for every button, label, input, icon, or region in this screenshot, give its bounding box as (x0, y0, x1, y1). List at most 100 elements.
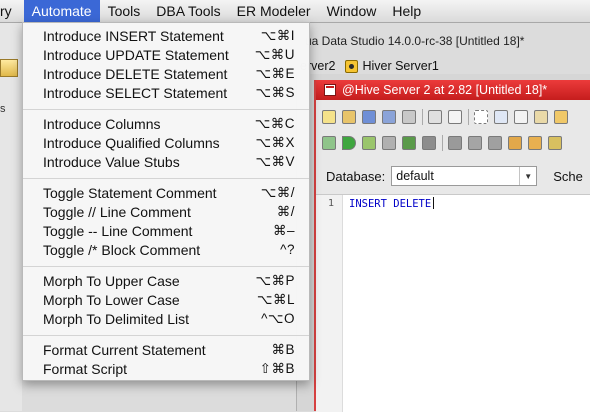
menu-help[interactable]: Help (384, 0, 429, 22)
menu-item-shortcut: ⌥⌘V (255, 153, 295, 169)
save-as-icon[interactable] (402, 110, 416, 124)
menu-window[interactable]: Window (319, 0, 385, 22)
menu-item-shortcut: ⌥⌘X (255, 134, 295, 150)
new-icon[interactable] (322, 110, 336, 124)
database-label: Database: (326, 168, 386, 184)
menu-item-shortcut: ⌘B (271, 341, 295, 357)
save-all-icon[interactable] (382, 110, 396, 124)
explain-icon[interactable] (382, 136, 396, 150)
menu-item-shortcut: ⌥⌘U (254, 46, 295, 62)
save-icon[interactable] (362, 110, 376, 124)
toolbar-divider (468, 109, 469, 125)
rollback-icon[interactable] (468, 136, 482, 150)
execution-toolbar (316, 132, 590, 154)
code-text: INSERT DELETE (349, 198, 432, 210)
menu-item-shortcut: ⌥⌘S (255, 84, 295, 100)
auto-commit-icon[interactable] (488, 136, 502, 150)
menu-item-label: Introduce Qualified Columns (43, 134, 220, 151)
sql-editor-icon (324, 84, 336, 96)
print-icon[interactable] (428, 110, 442, 124)
menu-item-label: Introduce Columns (43, 115, 161, 132)
query-builder-icon[interactable] (508, 136, 522, 150)
menu-item-label: Introduce SELECT Statement (43, 84, 228, 101)
menu-item-morph-delimited-list[interactable]: Morph To Delimited List ^⌥O (23, 309, 309, 328)
commit-icon[interactable] (448, 136, 462, 150)
sql-editor[interactable]: 1 INSERT DELETE (316, 194, 590, 412)
menu-separator (23, 335, 309, 336)
left-panel: s (0, 23, 22, 411)
menu-automate[interactable]: Automate (23, 0, 100, 22)
menu-separator (23, 109, 309, 110)
stop-icon[interactable] (422, 136, 436, 150)
menu-item-shortcut: ^⌥O (261, 310, 295, 326)
menu-item-shortcut: ⌥⌘L (256, 291, 295, 307)
line-gutter: 1 (316, 195, 343, 412)
toolbar-divider (442, 135, 443, 151)
menu-item-label: Introduce DELETE Statement (43, 65, 228, 82)
menu-item-shortcut: ⌥⌘/ (260, 184, 295, 200)
menu-item-format-current-statement[interactable]: Format Current Statement ⌘B (23, 340, 309, 359)
hive-icon (345, 59, 359, 73)
schema-label: Sche (553, 168, 583, 184)
menu-item-format-script[interactable]: Format Script ⇧⌘B (23, 359, 309, 378)
menu-item-label: Introduce Value Stubs (43, 153, 180, 170)
copy-icon[interactable] (514, 110, 528, 124)
menu-item-introduce-update[interactable]: Introduce UPDATE Statement ⌥⌘U (23, 45, 309, 64)
menu-item-introduce-select[interactable]: Introduce SELECT Statement ⌥⌘S (23, 83, 309, 102)
database-value: default (396, 169, 434, 183)
menu-item-label: Format Current Statement (43, 341, 206, 358)
menu-item-label: Format Script (43, 360, 128, 377)
editor-title: @Hive Server 2 at 2.82 [Untitled 18]* (342, 83, 548, 97)
menu-tools[interactable]: Tools (100, 0, 149, 22)
execute-current-icon[interactable] (362, 136, 376, 150)
chevron-down-icon: ▼ (519, 167, 536, 185)
menu-item-label: Introduce INSERT Statement (43, 27, 224, 44)
menu-item-toggle-dash-line-comment[interactable]: Toggle -- Line Comment ⌘– (23, 221, 309, 240)
menu-item-shortcut: ⌘– (272, 222, 295, 238)
code-line[interactable]: INSERT DELETE (349, 197, 435, 210)
menu-item-introduce-value-stubs[interactable]: Introduce Value Stubs ⌥⌘V (23, 152, 309, 171)
menu-item-morph-lower-case[interactable]: Morph To Lower Case ⌥⌘L (23, 290, 309, 309)
menu-item-shortcut: ⌥⌘P (255, 272, 295, 288)
open-folder-icon[interactable] (342, 110, 356, 124)
menu-query[interactable]: ry (0, 0, 24, 22)
menu-item-toggle-statement-comment[interactable]: Toggle Statement Comment ⌥⌘/ (23, 183, 309, 202)
menu-item-shortcut: ⇧⌘B (259, 360, 295, 376)
line-number: 1 (328, 198, 335, 209)
text-caret (433, 197, 435, 209)
toolbar-divider (422, 109, 423, 125)
menu-item-toggle-slash-line-comment[interactable]: Toggle // Line Comment ⌘/ (23, 202, 309, 221)
menu-item-shortcut: ⌥⌘E (255, 65, 295, 81)
menu-item-introduce-insert[interactable]: Introduce INSERT Statement ⌥⌘I (23, 26, 309, 45)
menu-er-modeler[interactable]: ER Modeler (229, 0, 319, 22)
folder-icon[interactable] (0, 59, 18, 77)
menu-item-shortcut: ⌥⌘C (254, 115, 295, 131)
run-icon[interactable] (342, 136, 356, 150)
options-icon[interactable] (548, 136, 562, 150)
left-panel-text: s (0, 103, 6, 115)
undo-icon[interactable] (554, 110, 568, 124)
menu-item-introduce-delete[interactable]: Introduce DELETE Statement ⌥⌘E (23, 64, 309, 83)
format-icon[interactable] (528, 136, 542, 150)
menu-item-morph-upper-case[interactable]: Morph To Upper Case ⌥⌘P (23, 271, 309, 290)
select-icon[interactable] (474, 110, 488, 124)
menu-dba-tools[interactable]: DBA Tools (148, 0, 228, 22)
menu-item-toggle-block-comment[interactable]: Toggle /* Block Comment ^? (23, 240, 309, 259)
tab-hiver-server1-label: Hiver Server1 (362, 59, 439, 73)
menu-item-shortcut: ⌘/ (276, 203, 295, 219)
server-tabs: erver2 Hiver Server1 (300, 56, 590, 76)
cut-icon[interactable] (494, 110, 508, 124)
paste-icon[interactable] (534, 110, 548, 124)
editor-title-bar[interactable]: @Hive Server 2 at 2.82 [Untitled 18]* (316, 80, 590, 100)
editor-window: @Hive Server 2 at 2.82 [Untitled 18]* Da (314, 80, 590, 412)
menu-item-label: Toggle Statement Comment (43, 184, 217, 201)
database-select[interactable]: default ▼ (391, 166, 538, 186)
menu-item-label: Toggle /* Block Comment (43, 241, 201, 258)
tab-hiver-server1[interactable]: Hiver Server1 (345, 59, 439, 73)
execute-selection-icon[interactable] (402, 136, 416, 150)
execute-all-icon[interactable] (322, 136, 336, 150)
menu-item-introduce-qualified-columns[interactable]: Introduce Qualified Columns ⌥⌘X (23, 133, 309, 152)
find-icon[interactable] (448, 110, 462, 124)
menu-item-introduce-columns[interactable]: Introduce Columns ⌥⌘C (23, 114, 309, 133)
menu-item-label: Toggle // Line Comment (43, 203, 191, 220)
